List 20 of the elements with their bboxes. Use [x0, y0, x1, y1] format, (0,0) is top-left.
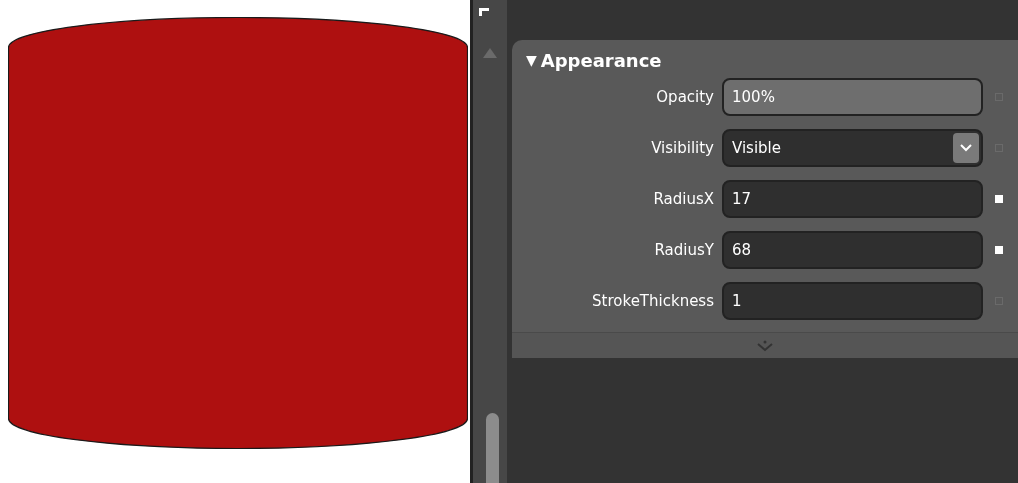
property-label: RadiusY: [653, 239, 715, 261]
property-label: StrokeThickness: [591, 290, 715, 312]
expand-more-icon[interactable]: [756, 339, 774, 352]
scrollbar-thumb[interactable]: [486, 413, 499, 483]
scroll-up-icon[interactable]: [483, 48, 497, 58]
dropdown[interactable]: Visible: [722, 129, 983, 167]
corner-icon: [479, 8, 489, 16]
scrollbar[interactable]: [473, 0, 507, 483]
property-label: Visibility: [650, 137, 715, 159]
input-field[interactable]: 68: [722, 231, 983, 269]
chevron-down-icon[interactable]: [953, 133, 979, 163]
section-title: Appearance: [540, 48, 662, 73]
property-label: RadiusX: [652, 188, 715, 210]
collapse-arrow-icon[interactable]: ▼: [526, 49, 537, 71]
input-field[interactable]: 1: [722, 282, 983, 320]
number-field[interactable]: 100%: [722, 78, 983, 116]
input-field[interactable]: 17: [722, 180, 983, 218]
value-marker[interactable]: [995, 195, 1003, 203]
property-label: Opacity: [655, 86, 715, 108]
value-marker[interactable]: [995, 246, 1003, 254]
